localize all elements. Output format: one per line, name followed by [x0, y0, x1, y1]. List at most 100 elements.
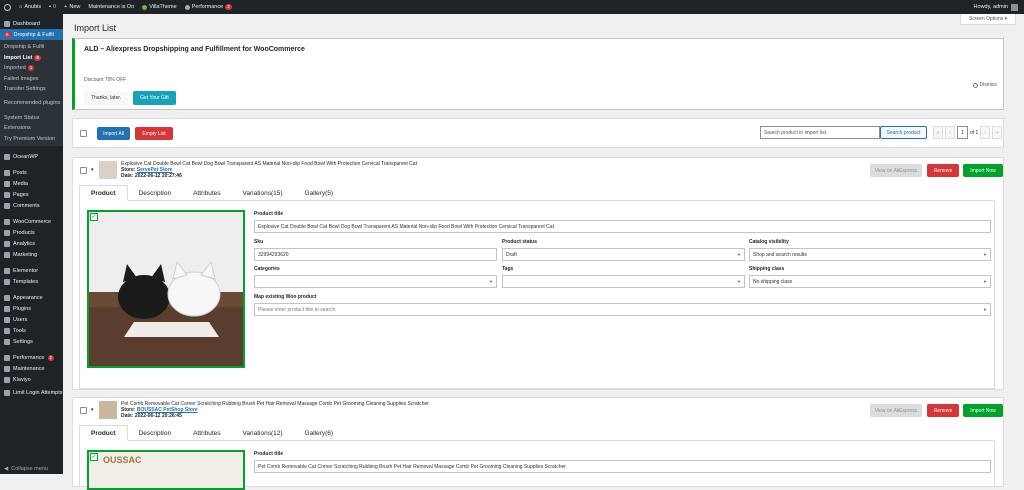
menu-users[interactable]: Users	[0, 314, 63, 325]
product-image[interactable]: OUSSAC ✓	[87, 450, 245, 490]
maintenance-icon	[4, 365, 10, 372]
menu-posts[interactable]: Posts	[0, 167, 63, 178]
menu-products[interactable]: Products	[0, 227, 63, 238]
menu-woocommerce[interactable]: WooCommerce	[0, 216, 63, 227]
menu-label: Settings	[13, 338, 33, 345]
remove-button[interactable]: Remove	[927, 164, 959, 177]
menu-pages[interactable]: Pages	[0, 189, 63, 200]
collapse-menu-button[interactable]: ◀ Collapse menu	[4, 466, 48, 472]
dropship-count-badge: 6	[4, 31, 11, 38]
tab-gallery[interactable]: Gallery(6)	[294, 425, 345, 441]
chart-icon	[4, 240, 10, 247]
menu-klaviyo[interactable]: Klaviyo	[0, 374, 63, 385]
submenu-recommended-plugins[interactable]: Recommended plugins	[0, 95, 63, 113]
map-product-select[interactable]: Please enter product title to search ▼	[254, 303, 991, 316]
import-all-button[interactable]: Import All	[97, 127, 130, 140]
tab-variations[interactable]: Variations(15)	[232, 185, 294, 201]
tab-attributes[interactable]: Attributes	[182, 185, 231, 201]
prev-page-button[interactable]: ‹	[945, 126, 955, 139]
expand-caret-icon[interactable]: ▾	[91, 407, 94, 413]
title-field[interactable]: Explosive Cat Double Bowl Cat Bowl Dog B…	[254, 220, 991, 233]
menu-plugins[interactable]: Plugins	[0, 303, 63, 314]
get-gift-button[interactable]: Get Your Gift	[133, 91, 176, 105]
performance-link[interactable]: Performance 2	[181, 0, 236, 14]
first-page-button[interactable]: «	[933, 126, 943, 139]
menu-limit-login[interactable]: Limit Login Attempts	[0, 385, 63, 401]
menu-comments[interactable]: Comments	[0, 200, 63, 211]
screen-options-button[interactable]: Screen Options ▾	[960, 14, 1016, 25]
title-field[interactable]: Pet Comb Removable Cat Corner Scratching…	[254, 460, 991, 473]
search-product-button[interactable]: Search product	[880, 126, 927, 139]
current-page-input[interactable]: 1	[957, 126, 968, 139]
wordpress-logo-button[interactable]	[0, 0, 15, 14]
expand-caret-icon[interactable]: ▾	[91, 167, 94, 173]
search-input[interactable]: Search product in import list	[760, 126, 880, 139]
categories-select[interactable]: ▼	[254, 275, 497, 288]
sku-field[interactable]: 32994293620	[254, 248, 497, 261]
menu-media[interactable]: Media	[0, 178, 63, 189]
visibility-select[interactable]: Shop and search results ▼	[749, 248, 991, 261]
product-image[interactable]: ✓	[87, 210, 245, 368]
product-panel: ✓ Product title Explosive Cat Double Bow…	[79, 201, 995, 389]
chevron-down-icon: ▼	[983, 252, 987, 257]
submenu-system-status[interactable]: System Status	[0, 113, 63, 124]
tab-gallery[interactable]: Gallery(5)	[294, 185, 345, 201]
tab-product[interactable]: Product	[79, 425, 128, 441]
menu-label: Limit Login Attempts	[13, 390, 63, 396]
settings-icon	[4, 338, 10, 345]
submenu-imported[interactable]: Imported 1	[0, 63, 63, 74]
view-on-aliexpress-button[interactable]: View on AliExpress	[870, 164, 922, 177]
menu-tools[interactable]: Tools	[0, 325, 63, 336]
menu-analytics[interactable]: Analytics	[0, 238, 63, 249]
submenu-import-list[interactable]: Import List 6	[0, 53, 63, 64]
submenu-transfer-settings[interactable]: Transfer Settings	[0, 84, 63, 95]
import-now-button[interactable]: Import Now	[963, 404, 1003, 417]
status-select[interactable]: Draft ▼	[502, 248, 745, 261]
menu-settings[interactable]: Settings	[0, 336, 63, 347]
select-all-checkbox[interactable]	[80, 130, 87, 137]
menu-performance[interactable]: Performance 2	[0, 352, 63, 363]
menu-dropship[interactable]: 6 Dropship & Fulfil	[0, 29, 63, 40]
menu-label: Elementor	[13, 267, 39, 274]
tab-variations[interactable]: Variations(12)	[232, 425, 294, 441]
tab-description[interactable]: Description	[128, 185, 183, 201]
empty-list-button[interactable]: Empty List	[135, 127, 173, 140]
submenu-try-premium[interactable]: Try Premium Version	[0, 134, 63, 145]
dismiss-notice-button[interactable]: Dismiss	[972, 82, 997, 88]
thanks-later-button[interactable]: Thanks, later.	[84, 91, 128, 105]
product-checkbox[interactable]	[80, 167, 87, 174]
next-page-button[interactable]: ›	[980, 126, 991, 139]
submenu-failed-images[interactable]: Failed Images	[0, 74, 63, 85]
tab-attributes[interactable]: Attributes	[182, 425, 231, 441]
view-on-aliexpress-button[interactable]: View on AliExpress	[870, 404, 922, 417]
remove-button[interactable]: Remove	[927, 404, 959, 417]
tab-description[interactable]: Description	[128, 425, 183, 441]
menu-marketing[interactable]: Marketing	[0, 249, 63, 260]
woocommerce-icon	[4, 218, 10, 225]
menu-maintenance[interactable]: Maintenance	[0, 363, 63, 374]
tags-select[interactable]: ▼	[502, 275, 745, 288]
menu-label: Klaviyo	[13, 376, 31, 383]
maintenance-label: Maintenance is On	[88, 4, 135, 10]
submenu-label: Dropship & Fulfil	[4, 44, 45, 51]
tab-product[interactable]: Product	[79, 185, 128, 201]
theme-link[interactable]: VillaTheme	[138, 0, 180, 14]
my-account-link[interactable]: Howdy, admin	[974, 3, 1024, 11]
submenu-extensions[interactable]: Extensions	[0, 123, 63, 134]
menu-oceanwp[interactable]: OceanWP	[0, 151, 63, 162]
comments-link[interactable]: ▪ 0	[45, 0, 60, 14]
menu-templates[interactable]: Templates	[0, 276, 63, 287]
import-now-button[interactable]: Import Now	[963, 164, 1003, 177]
product-checkbox[interactable]	[80, 407, 87, 414]
menu-elementor[interactable]: Elementor	[0, 265, 63, 276]
chevron-down-icon: ▼	[983, 279, 987, 284]
site-name-link[interactable]: ⌂ Anubis	[15, 0, 45, 14]
menu-appearance[interactable]: Appearance	[0, 292, 63, 303]
maintenance-status-link[interactable]: Maintenance is On	[84, 0, 138, 14]
last-page-button[interactable]: »	[992, 126, 1003, 139]
plus-icon: +	[64, 4, 68, 10]
shipping-select[interactable]: No shipping class ▼	[749, 275, 991, 288]
submenu-dropship[interactable]: Dropship & Fulfil	[0, 42, 63, 53]
new-content-link[interactable]: + New	[60, 0, 84, 14]
menu-dashboard[interactable]: Dashboard	[0, 18, 63, 29]
